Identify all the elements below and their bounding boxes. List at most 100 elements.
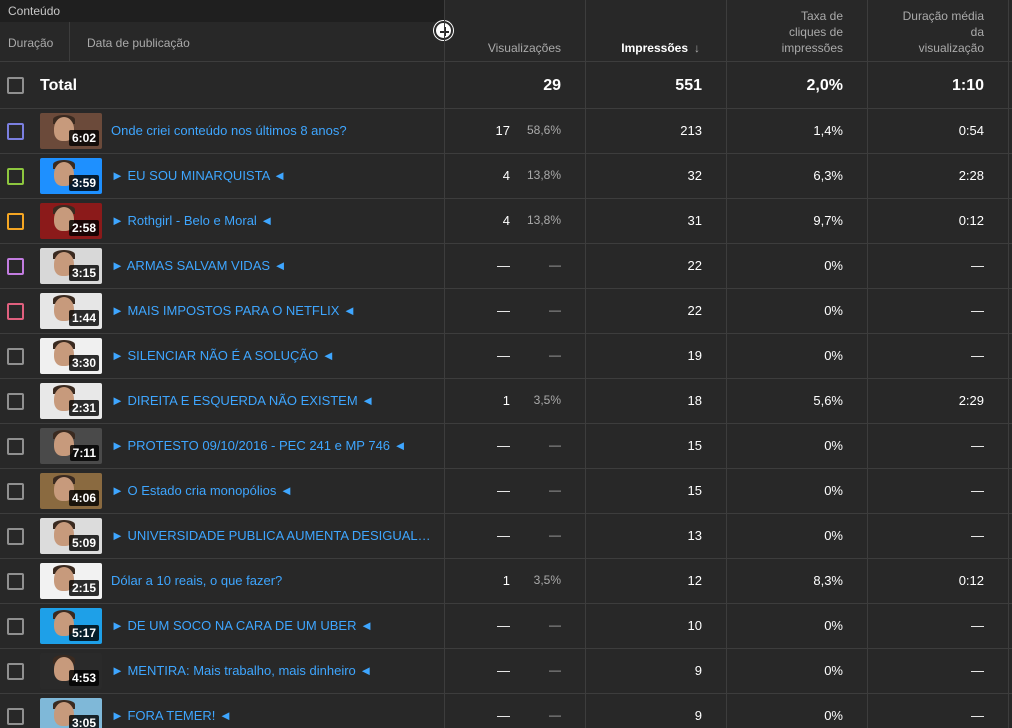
row-checkbox[interactable]	[7, 258, 24, 275]
table-header: Conteúdo Duração Data de publicação Visu…	[0, 0, 1012, 62]
row-checkbox[interactable]	[7, 438, 24, 455]
row-checkbox[interactable]	[7, 213, 24, 230]
video-duration: 2:31	[68, 400, 99, 416]
video-thumbnail[interactable]: 5:09	[40, 518, 102, 554]
row-avg-duration: —	[971, 438, 984, 453]
video-title-link[interactable]: ► EU SOU MINARQUISTA ◄	[111, 168, 436, 183]
row-views-percent: 58,6%	[526, 123, 561, 137]
video-thumbnail[interactable]: 3:15	[40, 248, 102, 284]
video-title-link[interactable]: Dólar a 10 reais, o que fazer?	[111, 573, 436, 588]
total-views: 29	[543, 77, 561, 94]
table-row: 1:44 ► MAIS IMPOSTOS PARA O NETFLIX ◄ — …	[0, 289, 1012, 334]
row-avg-duration: 0:12	[958, 213, 984, 228]
video-duration: 2:15	[68, 580, 99, 596]
row-checkbox[interactable]	[7, 393, 24, 410]
row-impressions: 32	[687, 168, 702, 183]
row-ctr: 0%	[824, 348, 843, 363]
row-ctr: 9,7%	[813, 213, 843, 228]
table-row: 3:05 ► FORA TEMER! ◄ — — 9 0% —	[0, 694, 1012, 728]
row-ctr: 0%	[824, 258, 843, 273]
row-checkbox[interactable]	[7, 303, 24, 320]
video-title-link[interactable]: ► MENTIRA: Mais trabalho, mais dinheiro …	[111, 663, 436, 678]
row-avg-duration: —	[971, 483, 984, 498]
video-title-link[interactable]: ► Rothgirl - Belo e Moral ◄	[111, 213, 436, 228]
row-impressions: 9	[694, 708, 702, 723]
row-views: —	[497, 528, 510, 543]
table-row: 4:53 ► MENTIRA: Mais trabalho, mais dinh…	[0, 649, 1012, 694]
row-checkbox[interactable]	[7, 573, 24, 590]
sort-down-icon: ↓	[694, 41, 700, 55]
row-views: 4	[502, 213, 510, 228]
row-views-percent: —	[549, 483, 561, 497]
table-row: 5:09 ► UNIVERSIDADE PUBLICA AUMENTA DESI…	[0, 514, 1012, 559]
row-views: —	[497, 348, 510, 363]
ctr-header-line: impressões	[781, 41, 843, 55]
video-title-link[interactable]: ► PROTESTO 09/10/2016 - PEC 241 e MP 746…	[111, 438, 436, 453]
avg-duration-column-header[interactable]: Duração média da visualização	[903, 8, 984, 56]
row-views: 1	[502, 393, 510, 408]
row-views: —	[497, 708, 510, 723]
row-checkbox[interactable]	[7, 528, 24, 545]
row-checkbox[interactable]	[7, 483, 24, 500]
row-impressions: 31	[687, 213, 702, 228]
row-checkbox[interactable]	[7, 618, 24, 635]
impressions-header-label: Impressões	[621, 41, 688, 55]
video-thumbnail[interactable]: 3:05	[40, 698, 102, 728]
video-title-link[interactable]: ► FORA TEMER! ◄	[111, 708, 436, 723]
video-title-link[interactable]: ► DE UM SOCO NA CARA DE UM UBER ◄	[111, 618, 436, 633]
video-thumbnail[interactable]: 4:53	[40, 653, 102, 689]
table-row: 7:11 ► PROTESTO 09/10/2016 - PEC 241 e M…	[0, 424, 1012, 469]
video-thumbnail[interactable]: 2:15	[40, 563, 102, 599]
row-views: 4	[502, 168, 510, 183]
video-title-link[interactable]: ► ARMAS SALVAM VIDAS ◄	[111, 258, 436, 273]
avg-duration-header-line: Duração média	[902, 9, 984, 23]
video-duration: 3:30	[68, 355, 99, 371]
duration-filter[interactable]: Duração	[8, 36, 53, 50]
row-checkbox[interactable]	[7, 663, 24, 680]
video-thumbnail[interactable]: 2:58	[40, 203, 102, 239]
row-views: —	[497, 258, 510, 273]
ctr-header-line: cliques de	[788, 25, 843, 39]
row-avg-duration: —	[971, 348, 984, 363]
impressions-column-header[interactable]: Impressões ↓	[621, 40, 700, 56]
video-duration: 4:06	[68, 490, 99, 506]
video-title-link[interactable]: Onde criei conteúdo nos últimos 8 anos?	[111, 123, 436, 138]
video-thumbnail[interactable]: 2:31	[40, 383, 102, 419]
row-views: —	[497, 618, 510, 633]
video-duration: 5:09	[68, 535, 99, 551]
avg-duration-header-line: visualização	[918, 41, 984, 55]
row-avg-duration: 0:54	[958, 123, 984, 138]
views-column-header[interactable]: Visualizações	[488, 40, 561, 56]
table-row: 2:58 ► Rothgirl - Belo e Moral ◄ 4 13,8%…	[0, 199, 1012, 244]
video-title-link[interactable]: ► SILENCIAR NÃO É A SOLUÇÃO ◄	[111, 348, 436, 363]
publish-date-filter[interactable]: Data de publicação	[87, 36, 190, 50]
row-checkbox[interactable]	[7, 708, 24, 725]
row-views-percent: —	[549, 348, 561, 362]
row-impressions: 19	[687, 348, 702, 363]
row-avg-duration: —	[971, 528, 984, 543]
video-title-link[interactable]: ► UNIVERSIDADE PUBLICA AUMENTA DESIGUALD…	[111, 528, 436, 543]
row-views-percent: —	[549, 618, 561, 632]
video-thumbnail[interactable]: 5:17	[40, 608, 102, 644]
row-checkbox[interactable]	[7, 348, 24, 365]
row-checkbox[interactable]	[7, 123, 24, 140]
video-thumbnail[interactable]: 7:11	[40, 428, 102, 464]
video-thumbnail[interactable]: 3:59	[40, 158, 102, 194]
table-row: 3:30 ► SILENCIAR NÃO É A SOLUÇÃO ◄ — — 1…	[0, 334, 1012, 379]
video-thumbnail[interactable]: 3:30	[40, 338, 102, 374]
ctr-column-header[interactable]: Taxa de cliques de impressões	[782, 8, 843, 56]
video-thumbnail[interactable]: 6:02	[40, 113, 102, 149]
video-thumbnail[interactable]: 1:44	[40, 293, 102, 329]
header-divider	[69, 22, 70, 61]
video-title-link[interactable]: ► DIREITA E ESQUERDA NÃO EXISTEM ◄	[111, 393, 436, 408]
row-checkbox[interactable]	[7, 168, 24, 185]
row-impressions: 10	[687, 618, 702, 633]
video-duration: 4:53	[68, 670, 99, 686]
row-ctr: 1,4%	[813, 123, 843, 138]
video-title-link[interactable]: ► O Estado cria monopólios ◄	[111, 483, 436, 498]
row-views: —	[497, 438, 510, 453]
video-title-link[interactable]: ► MAIS IMPOSTOS PARA O NETFLIX ◄	[111, 303, 436, 318]
select-all-checkbox[interactable]	[7, 77, 24, 94]
row-impressions: 18	[687, 393, 702, 408]
video-thumbnail[interactable]: 4:06	[40, 473, 102, 509]
